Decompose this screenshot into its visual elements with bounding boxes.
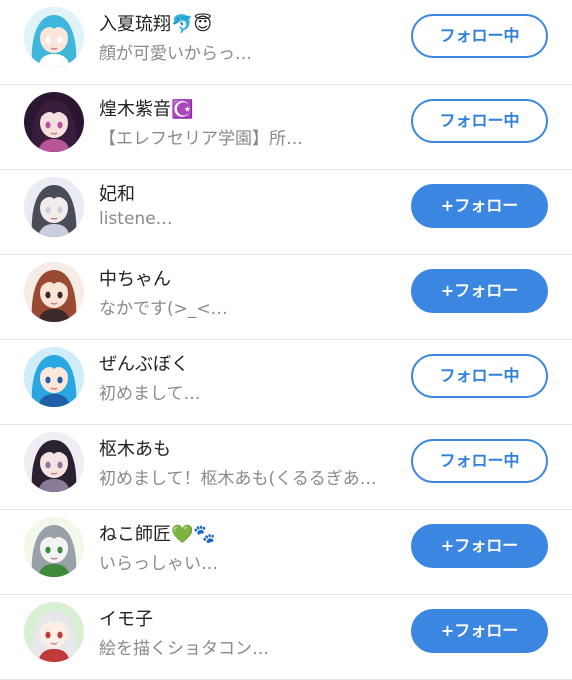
avatar[interactable] (24, 602, 84, 662)
user-list: 入夏琉翔🐬😇 顔が可愛いからっ… フォロー中 煌木紫音☪️ 【エレフセリア学園】… (0, 0, 572, 680)
list-item[interactable]: 煌木紫音☪️ 【エレフセリア学園】所… フォロー中 (0, 85, 572, 170)
avatar[interactable] (24, 517, 84, 577)
following-button[interactable]: フォロー中 (411, 354, 548, 398)
avatar[interactable] (24, 177, 84, 237)
following-button[interactable]: フォロー中 (411, 99, 548, 143)
avatar-icon (24, 177, 84, 237)
list-item[interactable]: ぜんぶぼく 初めまして… フォロー中 (0, 340, 572, 425)
user-name: 中ちゃん (99, 269, 171, 290)
user-name: 妃和 (99, 184, 135, 205)
user-name: 煌木紫音☪️ (99, 99, 194, 120)
avatar-icon (24, 92, 84, 152)
avatar-icon (24, 347, 84, 407)
user-bio: listene… (99, 209, 173, 229)
user-bio: 初めまして！枢木あも(くるるぎあ… (99, 469, 377, 489)
user-bio: 【エレフセリア学園】所… (99, 129, 303, 149)
user-name: 枢木あも (99, 439, 171, 460)
list-item[interactable]: 中ちゃん なかです(>_<… +フォロー (0, 255, 572, 340)
user-bio: 初めまして… (99, 384, 201, 404)
avatar[interactable] (24, 92, 84, 152)
avatar-icon (24, 517, 84, 577)
avatar-icon (24, 262, 84, 322)
avatar-icon (24, 602, 84, 662)
follow-button[interactable]: +フォロー (411, 184, 548, 228)
avatar[interactable] (24, 7, 84, 67)
list-item[interactable]: イモ子 絵を描くショタコン… +フォロー (0, 595, 572, 680)
user-name: イモ子 (99, 609, 153, 630)
user-name: ぜんぶぼく (99, 354, 189, 375)
user-name: ねこ師匠💚🐾 (99, 524, 216, 545)
avatar[interactable] (24, 347, 84, 407)
following-button[interactable]: フォロー中 (411, 439, 548, 483)
user-name: 入夏琉翔🐬😇 (99, 14, 213, 35)
follow-button[interactable]: +フォロー (411, 269, 548, 313)
list-item[interactable]: 枢木あも 初めまして！枢木あも(くるるぎあ… フォロー中 (0, 425, 572, 510)
list-item[interactable]: ねこ師匠💚🐾 いらっしゃい… +フォロー (0, 510, 572, 595)
avatar[interactable] (24, 262, 84, 322)
user-bio: 絵を描くショタコン… (99, 639, 269, 659)
avatar[interactable] (24, 432, 84, 492)
list-item[interactable]: 妃和 listene… +フォロー (0, 170, 572, 255)
avatar-icon (24, 7, 84, 67)
avatar-icon (24, 432, 84, 492)
user-bio: 顔が可愛いからっ… (99, 44, 252, 64)
user-bio: いらっしゃい… (99, 554, 218, 574)
follow-button[interactable]: +フォロー (411, 524, 548, 568)
user-bio: なかです(>_<… (99, 299, 228, 319)
following-button[interactable]: フォロー中 (411, 14, 548, 58)
follow-button[interactable]: +フォロー (411, 609, 548, 653)
list-item[interactable]: 入夏琉翔🐬😇 顔が可愛いからっ… フォロー中 (0, 0, 572, 85)
